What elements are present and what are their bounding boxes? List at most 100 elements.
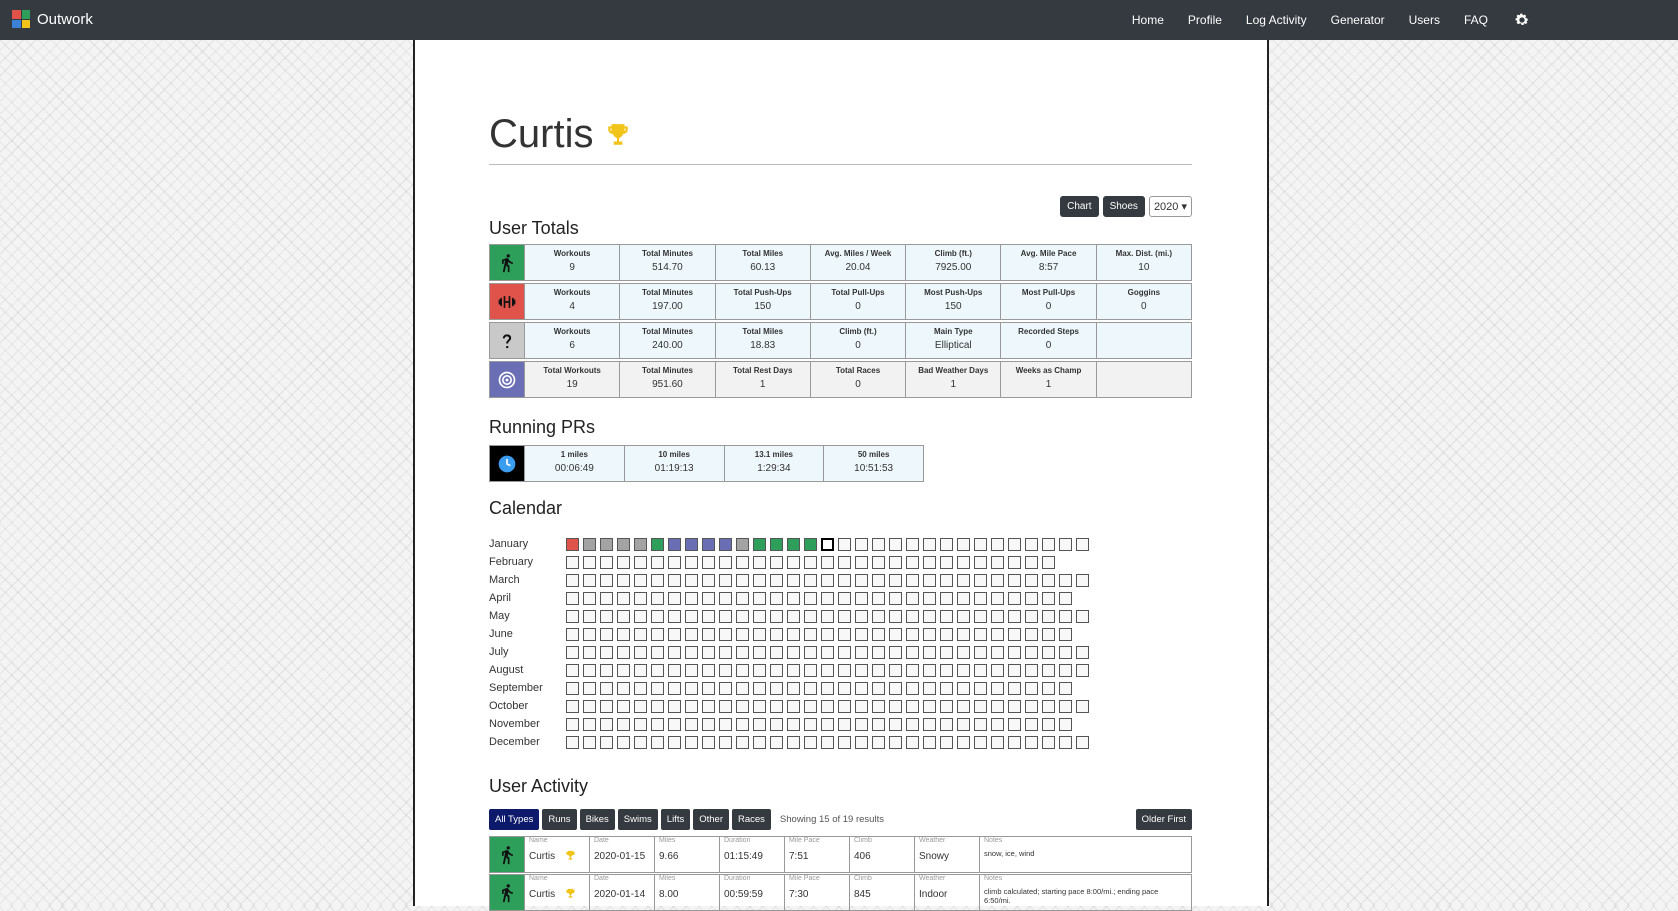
calendar-day[interactable] [1059, 681, 1072, 695]
calendar-day[interactable] [566, 555, 579, 569]
calendar-day[interactable] [838, 645, 851, 659]
calendar-day[interactable] [702, 735, 715, 749]
calendar-day[interactable] [1008, 717, 1021, 731]
calendar-day[interactable] [651, 735, 664, 749]
calendar-day[interactable] [753, 555, 766, 569]
calendar-day[interactable] [855, 573, 868, 587]
calendar-day[interactable] [702, 699, 715, 713]
shoes-button[interactable]: Shoes [1102, 196, 1145, 217]
calendar-day[interactable] [736, 681, 749, 695]
calendar-day[interactable] [855, 609, 868, 623]
calendar-day[interactable] [855, 627, 868, 641]
calendar-day[interactable] [770, 609, 783, 623]
calendar-day[interactable] [736, 573, 749, 587]
calendar-day[interactable] [957, 645, 970, 659]
calendar-day[interactable] [770, 555, 783, 569]
calendar-day[interactable] [770, 645, 783, 659]
calendar-day[interactable] [668, 663, 681, 677]
calendar-day[interactable] [617, 591, 630, 605]
calendar-day[interactable] [651, 591, 664, 605]
calendar-day[interactable] [634, 681, 647, 695]
calendar-day[interactable] [872, 717, 885, 731]
calendar-day[interactable] [855, 735, 868, 749]
calendar-day[interactable] [651, 681, 664, 695]
calendar-day[interactable] [600, 663, 613, 677]
calendar-day[interactable] [617, 735, 630, 749]
calendar-day[interactable] [1059, 735, 1072, 749]
calendar-day[interactable] [821, 663, 834, 677]
calendar-day[interactable] [770, 717, 783, 731]
calendar-day[interactable] [685, 537, 698, 551]
calendar-day[interactable] [668, 537, 681, 551]
calendar-day[interactable] [906, 717, 919, 731]
calendar-day[interactable] [668, 699, 681, 713]
calendar-day[interactable] [736, 645, 749, 659]
calendar-day[interactable] [702, 591, 715, 605]
calendar-day[interactable] [787, 537, 800, 551]
calendar-day[interactable] [1008, 681, 1021, 695]
calendar-day[interactable] [617, 699, 630, 713]
calendar-day[interactable] [906, 699, 919, 713]
calendar-day[interactable] [1025, 645, 1038, 659]
filter-other[interactable]: Other [693, 809, 729, 830]
calendar-day[interactable] [1059, 591, 1072, 605]
calendar-day[interactable] [702, 573, 715, 587]
calendar-day[interactable] [787, 735, 800, 749]
calendar-day[interactable] [804, 609, 817, 623]
calendar-day[interactable] [1008, 555, 1021, 569]
calendar-day[interactable] [804, 555, 817, 569]
calendar-day[interactable] [889, 663, 902, 677]
calendar-day[interactable] [719, 537, 732, 551]
calendar-day[interactable] [991, 537, 1004, 551]
calendar-day[interactable] [872, 627, 885, 641]
calendar-day[interactable] [974, 681, 987, 695]
calendar-day[interactable] [821, 717, 834, 731]
calendar-day[interactable] [821, 735, 834, 749]
calendar-day[interactable] [991, 627, 1004, 641]
calendar-day[interactable] [855, 717, 868, 731]
calendar-day[interactable] [804, 537, 817, 551]
calendar-day[interactable] [617, 555, 630, 569]
calendar-day[interactable] [838, 735, 851, 749]
calendar-day[interactable] [872, 537, 885, 551]
calendar-day[interactable] [634, 663, 647, 677]
calendar-day[interactable] [702, 663, 715, 677]
calendar-day[interactable] [838, 537, 851, 551]
calendar-day[interactable] [1076, 609, 1089, 623]
calendar-day[interactable] [583, 681, 596, 695]
calendar-day[interactable] [634, 609, 647, 623]
calendar-day[interactable] [821, 645, 834, 659]
calendar-day[interactable] [1059, 537, 1072, 551]
calendar-day[interactable] [957, 555, 970, 569]
calendar-day[interactable] [566, 717, 579, 731]
activity-row[interactable]: Name Curtis Date 2020-01-15 Miles 9.66 Duratio… [489, 836, 1192, 873]
calendar-day[interactable] [1025, 663, 1038, 677]
calendar-day[interactable] [889, 717, 902, 731]
calendar-day[interactable] [991, 717, 1004, 731]
calendar-day[interactable] [889, 699, 902, 713]
calendar-day[interactable] [804, 699, 817, 713]
calendar-day[interactable] [974, 591, 987, 605]
calendar-day[interactable] [668, 591, 681, 605]
calendar-day[interactable] [787, 591, 800, 605]
calendar-day[interactable] [1008, 609, 1021, 623]
filter-bikes[interactable]: Bikes [579, 809, 615, 830]
calendar-day[interactable] [1025, 681, 1038, 695]
calendar-day[interactable] [838, 663, 851, 677]
calendar-day[interactable] [821, 681, 834, 695]
calendar-day[interactable] [600, 609, 613, 623]
calendar-day[interactable] [889, 537, 902, 551]
calendar-day[interactable] [702, 609, 715, 623]
calendar-day[interactable] [651, 699, 664, 713]
calendar-day[interactable] [1042, 591, 1055, 605]
calendar-day[interactable] [923, 573, 936, 587]
calendar-day[interactable] [583, 699, 596, 713]
calendar-day[interactable] [838, 591, 851, 605]
calendar-day[interactable] [838, 699, 851, 713]
calendar-day[interactable] [804, 681, 817, 695]
calendar-day[interactable] [1025, 591, 1038, 605]
calendar-day[interactable] [906, 609, 919, 623]
calendar-day[interactable] [600, 627, 613, 641]
calendar-day[interactable] [1042, 573, 1055, 587]
calendar-day[interactable] [634, 735, 647, 749]
